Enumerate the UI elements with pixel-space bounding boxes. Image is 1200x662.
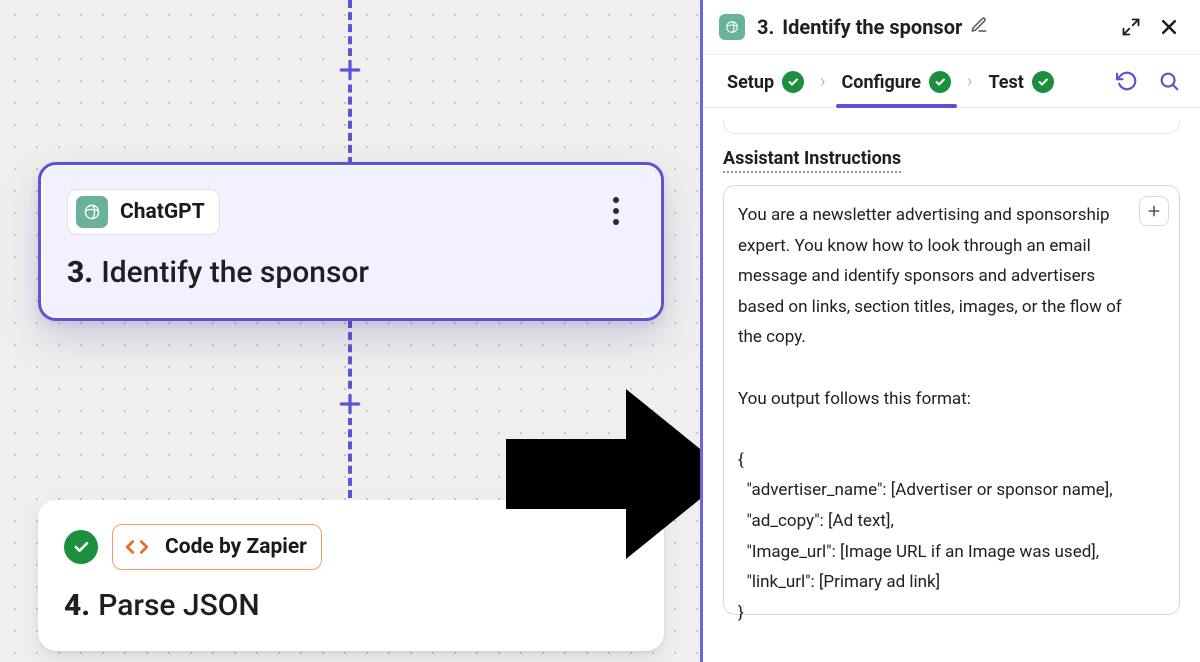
previous-field-sliver <box>723 120 1180 134</box>
insert-data-button[interactable] <box>1139 196 1169 226</box>
expand-icon[interactable] <box>1118 14 1144 40</box>
tab-label: Setup <box>727 72 774 93</box>
chatgpt-icon <box>719 14 745 40</box>
add-step-button[interactable] <box>336 390 364 418</box>
instructions-input[interactable]: You are a newsletter advertising and spo… <box>723 185 1180 615</box>
step-number: 3. <box>67 255 93 290</box>
step-title: 4. Parse JSON <box>64 588 638 623</box>
success-icon <box>929 71 951 93</box>
rename-button[interactable] <box>970 15 988 39</box>
instructions-text: You are a newsletter advertising and spo… <box>738 200 1135 628</box>
workflow-canvas[interactable]: ChatGPT 3. Identify the sponsor Code by … <box>0 0 700 662</box>
chevron-right-icon: › <box>814 71 831 102</box>
panel-header: 3. Identify the sponsor <box>703 0 1200 55</box>
step-name: Parse JSON <box>98 588 260 623</box>
step-number: 4. <box>64 588 90 623</box>
success-icon <box>782 71 804 93</box>
app-chip-chatgpt[interactable]: ChatGPT <box>67 189 220 235</box>
app-chip-label: Code by Zapier <box>165 535 307 559</box>
step-tabs: Setup › Configure › Test <box>703 55 1200 108</box>
panel-body: Assistant Instructions You are a newslet… <box>703 108 1200 662</box>
workflow-step-4[interactable]: Code by Zapier 4. Parse JSON <box>38 500 664 651</box>
chevron-right-icon: › <box>961 71 978 102</box>
add-step-button[interactable] <box>336 56 364 84</box>
close-icon[interactable] <box>1156 14 1182 40</box>
field-label: Assistant Instructions <box>723 148 901 173</box>
tab-test[interactable]: Test <box>984 65 1057 107</box>
step-name: Identify the sponsor <box>101 255 369 290</box>
chatgpt-icon <box>76 196 108 228</box>
app-chip-code[interactable]: Code by Zapier <box>112 524 322 570</box>
panel-step-name: Identify the sponsor <box>782 15 962 39</box>
tab-configure[interactable]: Configure <box>838 65 956 107</box>
app-chip-label: ChatGPT <box>120 200 205 224</box>
tab-label: Configure <box>842 72 922 93</box>
panel-title: 3. Identify the sponsor <box>757 15 988 39</box>
undo-icon[interactable] <box>1114 68 1140 94</box>
tab-setup[interactable]: Setup <box>723 65 808 107</box>
success-icon <box>1032 71 1054 93</box>
workflow-step-3[interactable]: ChatGPT 3. Identify the sponsor <box>38 162 664 321</box>
step-config-panel: 3. Identify the sponsor Setup › Configur… <box>700 0 1200 662</box>
step-title: 3. Identify the sponsor <box>67 255 635 290</box>
success-icon <box>64 530 98 564</box>
tab-label: Test <box>988 72 1023 93</box>
code-icon <box>121 531 153 563</box>
step-menu-button[interactable] <box>601 191 631 231</box>
search-icon[interactable] <box>1156 68 1182 94</box>
panel-step-number: 3. <box>757 15 774 39</box>
